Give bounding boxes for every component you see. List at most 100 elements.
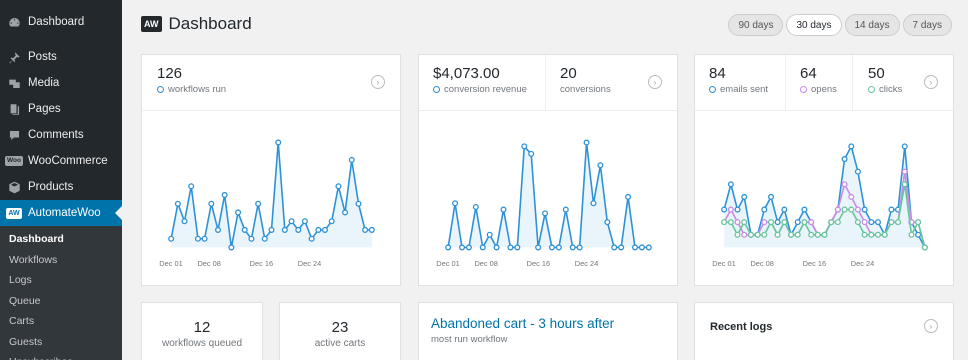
data-point[interactable]: [901, 181, 908, 188]
data-point[interactable]: [868, 231, 875, 238]
data-point[interactable]: [486, 231, 493, 238]
data-point[interactable]: [727, 206, 734, 213]
data-point[interactable]: [315, 226, 322, 233]
sidebar-item-comments[interactable]: Comments: [0, 122, 122, 148]
view-logs-arrow-icon[interactable]: ›: [924, 319, 938, 333]
submenu-guests[interactable]: Guests: [0, 332, 122, 353]
data-point[interactable]: [801, 206, 808, 213]
data-point[interactable]: [741, 193, 748, 200]
data-point[interactable]: [235, 209, 242, 216]
data-point[interactable]: [301, 218, 308, 225]
data-point[interactable]: [174, 200, 181, 207]
sidebar-item-products[interactable]: Products: [0, 174, 122, 200]
data-point[interactable]: [555, 244, 562, 251]
view-details-arrow-icon[interactable]: ›: [924, 75, 938, 89]
data-point[interactable]: [814, 231, 821, 238]
data-point[interactable]: [794, 219, 801, 226]
range-7-days[interactable]: 7 days: [902, 14, 952, 36]
data-point[interactable]: [521, 143, 528, 150]
data-point[interactable]: [241, 226, 248, 233]
data-point[interactable]: [268, 226, 275, 233]
data-point[interactable]: [452, 200, 459, 207]
data-point[interactable]: [767, 193, 775, 200]
data-point[interactable]: [321, 226, 328, 233]
data-point[interactable]: [854, 206, 861, 213]
data-point[interactable]: [528, 150, 535, 157]
data-point[interactable]: [248, 235, 255, 242]
sidebar-item-media[interactable]: Media: [0, 70, 122, 96]
data-point[interactable]: [774, 219, 781, 226]
data-point[interactable]: [261, 235, 268, 242]
data-point[interactable]: [721, 206, 728, 213]
data-point[interactable]: [188, 183, 195, 190]
sidebar-item-automatewoo[interactable]: AW AutomateWoo: [0, 200, 122, 226]
data-point[interactable]: [308, 235, 315, 242]
data-point[interactable]: [275, 139, 282, 146]
data-point[interactable]: [590, 200, 597, 207]
data-point[interactable]: [747, 231, 754, 238]
data-point[interactable]: [465, 244, 472, 251]
data-point[interactable]: [335, 183, 342, 190]
data-point[interactable]: [915, 231, 922, 238]
range-30-days[interactable]: 30 days: [786, 14, 842, 36]
data-point[interactable]: [834, 219, 841, 226]
data-point[interactable]: [576, 244, 583, 251]
range-14-days[interactable]: 14 days: [844, 14, 900, 36]
data-point[interactable]: [888, 219, 895, 226]
data-point[interactable]: [604, 219, 611, 226]
data-point[interactable]: [761, 219, 768, 226]
data-point[interactable]: [741, 219, 748, 226]
submenu-logs[interactable]: Logs: [0, 270, 122, 291]
data-point[interactable]: [194, 235, 201, 242]
submenu-workflows[interactable]: Workflows: [0, 250, 122, 271]
data-point[interactable]: [507, 244, 514, 251]
data-point[interactable]: [368, 226, 375, 233]
data-point[interactable]: [721, 219, 728, 226]
data-point[interactable]: [734, 206, 741, 213]
data-point[interactable]: [774, 231, 781, 238]
sidebar-item-dashboard[interactable]: Dashboard: [0, 9, 122, 35]
submenu-unsubscribes[interactable]: Unsubscribes: [0, 352, 122, 360]
data-point[interactable]: [727, 219, 734, 226]
data-point[interactable]: [638, 244, 645, 251]
sidebar-item-woocommerce[interactable]: Woo WooCommerce: [0, 148, 122, 174]
view-details-arrow-icon[interactable]: ›: [371, 75, 385, 89]
active-carts-card[interactable]: 23 active carts: [279, 302, 401, 360]
data-point[interactable]: [445, 244, 452, 251]
data-point[interactable]: [255, 200, 262, 207]
data-point[interactable]: [801, 219, 808, 226]
data-point[interactable]: [569, 244, 576, 251]
data-point[interactable]: [288, 218, 295, 225]
data-point[interactable]: [625, 193, 632, 200]
data-point[interactable]: [228, 244, 235, 251]
data-point[interactable]: [854, 168, 861, 175]
submenu-dashboard[interactable]: Dashboard: [0, 229, 122, 250]
sidebar-item-pages[interactable]: Pages: [0, 96, 122, 122]
data-point[interactable]: [618, 244, 625, 251]
data-point[interactable]: [535, 244, 542, 251]
data-point[interactable]: [295, 226, 302, 233]
data-point[interactable]: [848, 206, 855, 213]
data-point[interactable]: [881, 231, 888, 238]
submenu-queue[interactable]: Queue: [0, 291, 122, 312]
data-point[interactable]: [281, 226, 288, 233]
data-point[interactable]: [362, 226, 369, 233]
data-point[interactable]: [841, 206, 848, 213]
data-point[interactable]: [631, 244, 639, 251]
data-point[interactable]: [328, 218, 335, 225]
data-point[interactable]: [794, 231, 801, 238]
data-point[interactable]: [915, 219, 922, 226]
data-point[interactable]: [841, 181, 848, 188]
sidebar-item-posts[interactable]: Posts: [0, 44, 122, 70]
data-point[interactable]: [355, 200, 362, 207]
data-point[interactable]: [542, 210, 549, 217]
data-point[interactable]: [458, 244, 466, 251]
data-point[interactable]: [583, 139, 590, 146]
data-point[interactable]: [908, 231, 915, 238]
data-point[interactable]: [854, 219, 861, 226]
data-point[interactable]: [500, 206, 507, 213]
data-point[interactable]: [767, 219, 775, 226]
data-point[interactable]: [808, 231, 815, 238]
data-point[interactable]: [874, 219, 881, 226]
data-point[interactable]: [493, 244, 500, 251]
